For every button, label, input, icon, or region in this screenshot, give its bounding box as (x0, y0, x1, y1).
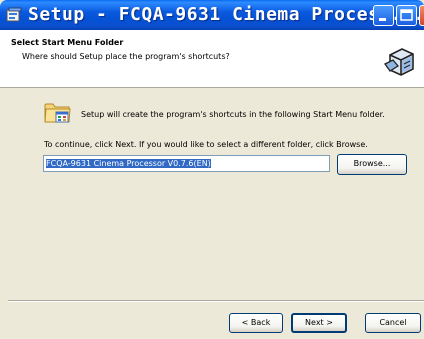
instruction-text: To continue, click Next. If you would li… (44, 140, 368, 149)
page-title: Select Start Menu Folder (11, 38, 124, 47)
folder-name-value: FCQA-9631 Cinema Processor V0.7.6(EN) (46, 159, 211, 168)
start-menu-folder-icon (44, 103, 71, 123)
wizard-header: Select Start Menu Folder Where should Se… (0, 30, 424, 88)
cancel-label: Cancel (379, 318, 407, 327)
title-bar[interactable]: Setup - FCQA-9631 Cinema Process... (0, 0, 424, 30)
browse-button[interactable]: Browse... (337, 154, 407, 175)
intro-text: Setup will create the program's shortcut… (81, 110, 385, 119)
page-subtitle: Where should Setup place the program's s… (22, 52, 230, 61)
cancel-button[interactable]: Cancel (365, 313, 421, 333)
back-button[interactable]: < Back (229, 313, 283, 333)
maximize-icon (400, 9, 413, 21)
minimize-icon (379, 18, 386, 21)
installer-box-icon (382, 43, 418, 79)
minimize-button[interactable] (373, 5, 394, 26)
close-button[interactable] (419, 5, 424, 26)
close-icon (420, 6, 424, 25)
window-title: Setup - FCQA-9631 Cinema Process... (28, 4, 424, 25)
setup-icon (6, 7, 22, 22)
footer-divider (8, 300, 424, 302)
start-menu-folder-input[interactable]: FCQA-9631 Cinema Processor V0.7.6(EN) (43, 155, 330, 172)
next-button[interactable]: Next > (291, 313, 347, 333)
back-label: < Back (241, 318, 271, 327)
browse-label: Browse... (353, 159, 391, 168)
maximize-button[interactable] (396, 5, 417, 26)
next-label: Next > (305, 318, 333, 327)
